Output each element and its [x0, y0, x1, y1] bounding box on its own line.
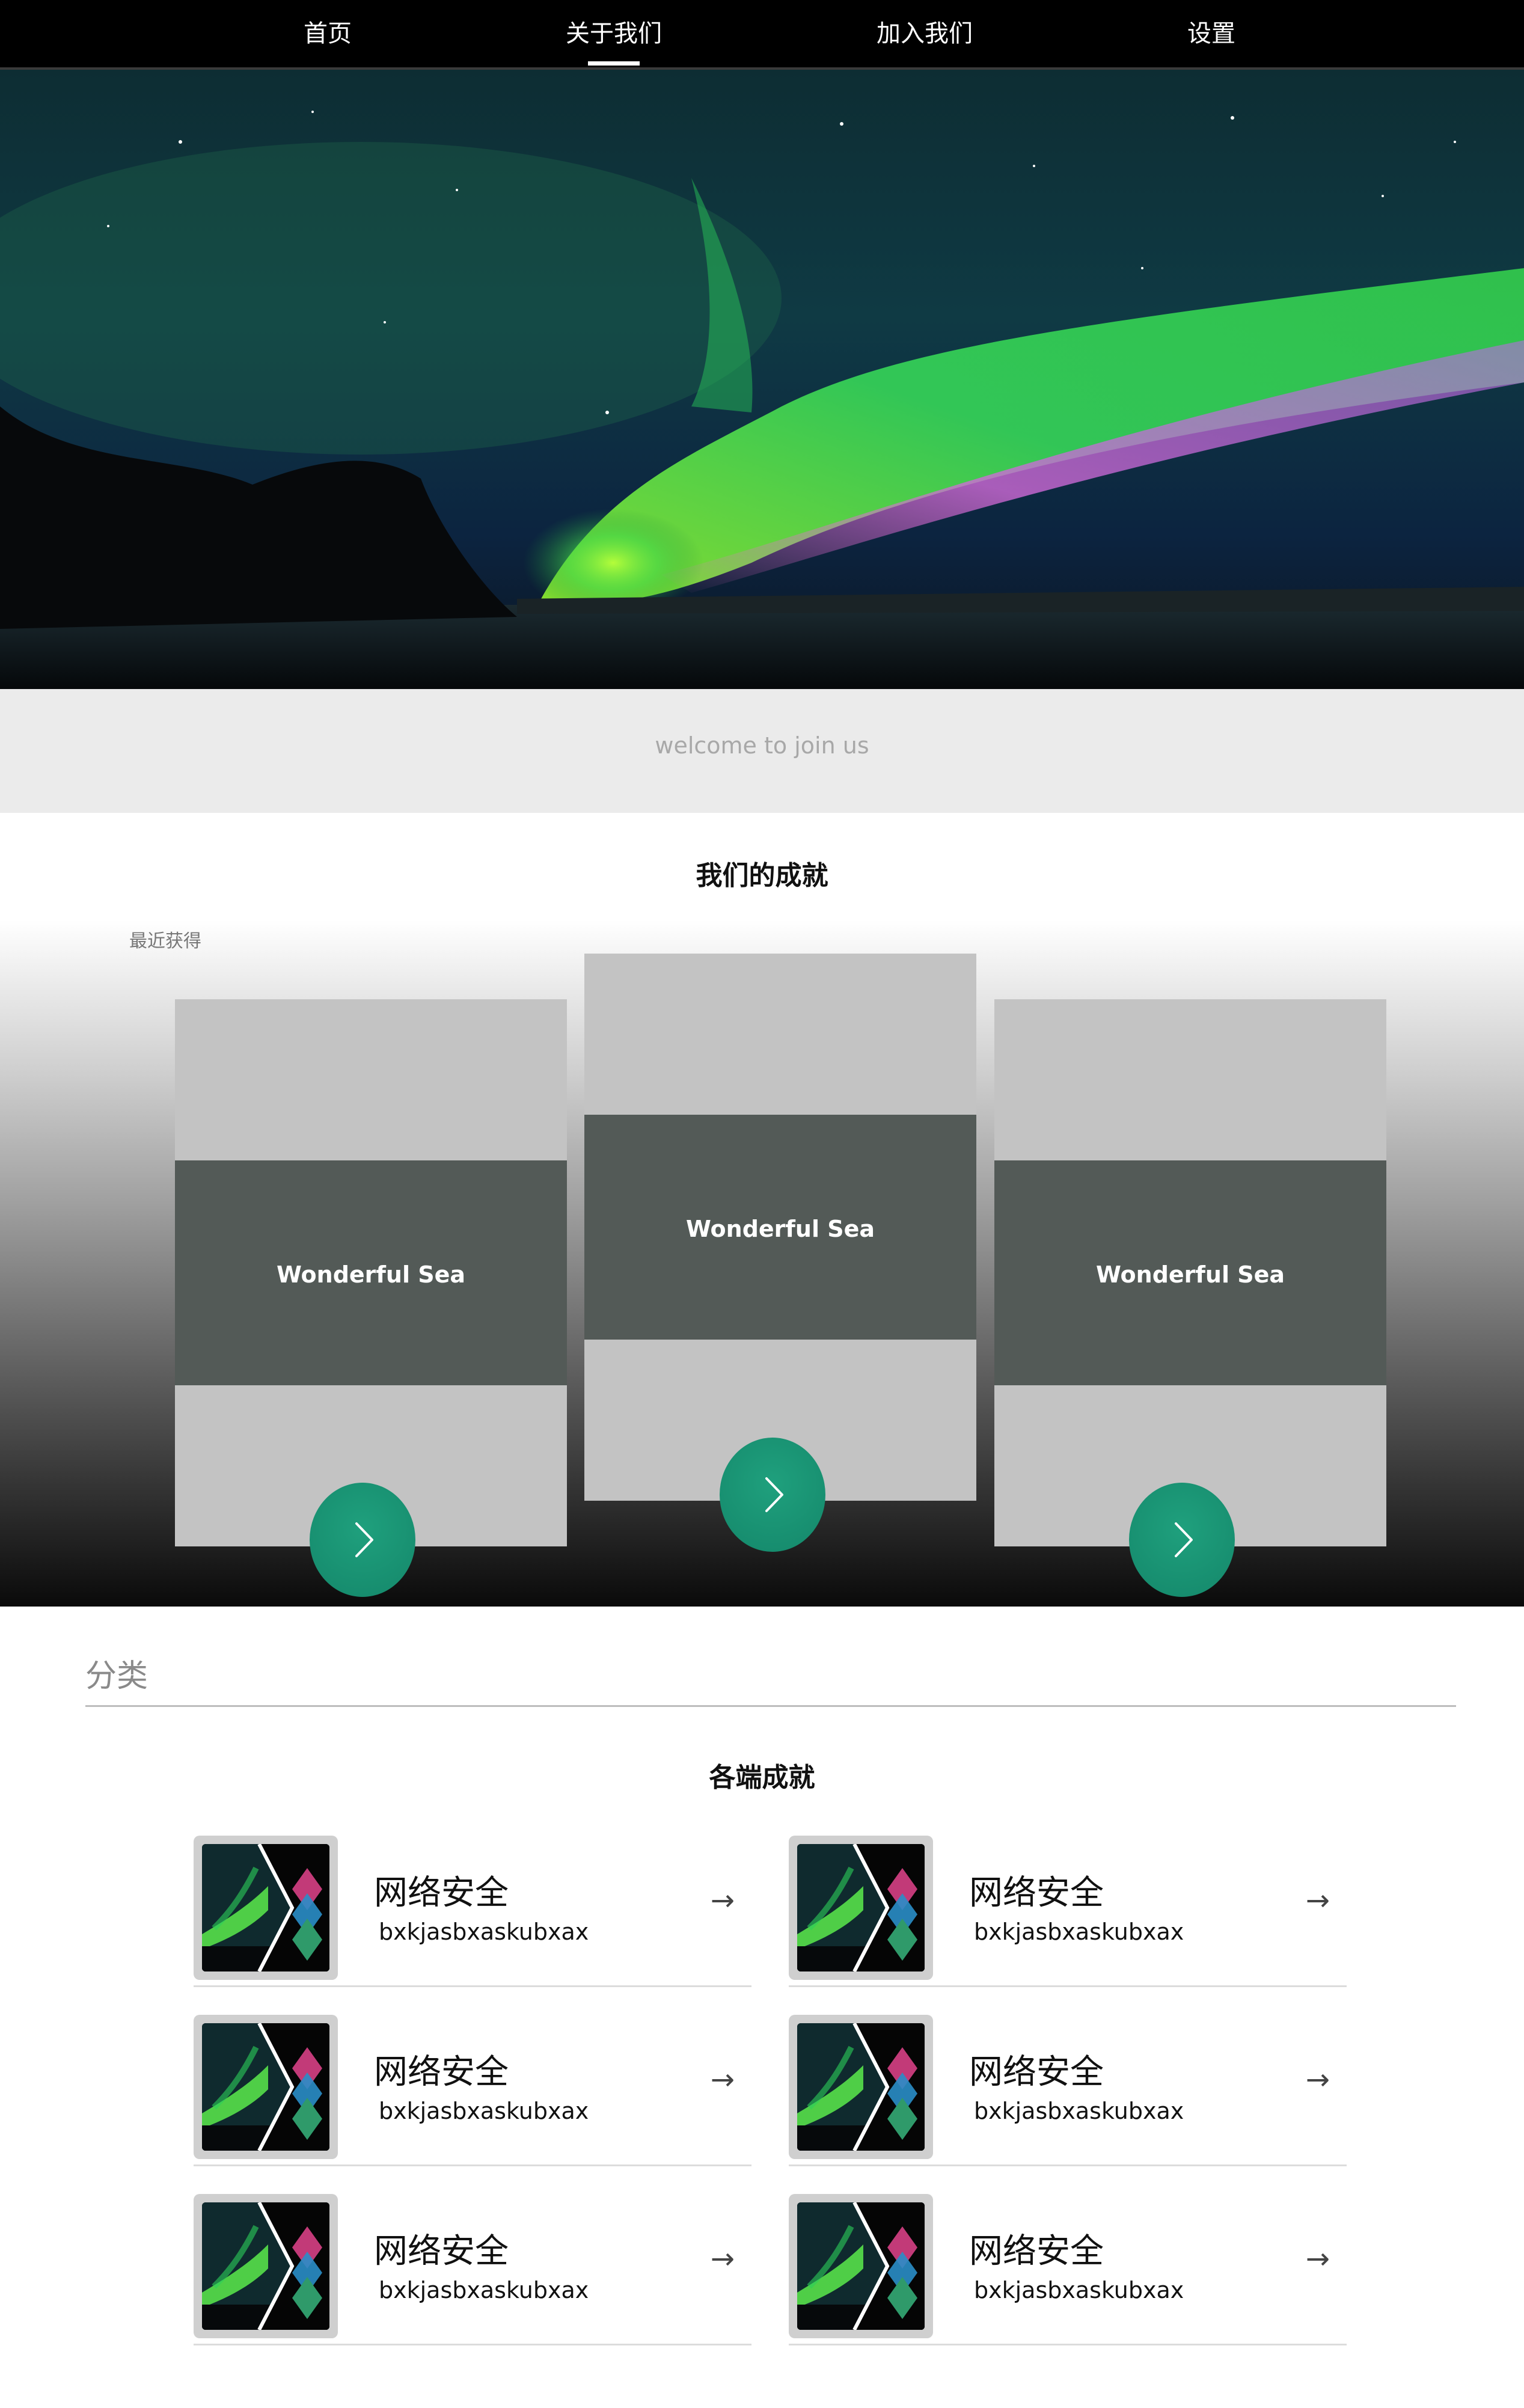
categories-heading: 分类 — [85, 1658, 148, 1694]
welcome-band: welcome to join us — [0, 689, 1524, 813]
thumbnail-image — [202, 1844, 329, 1971]
nav-item-home[interactable]: 首页 — [304, 16, 352, 52]
category-item-title: 网络安全 — [969, 2232, 1104, 2271]
top-nav: 首页 关于我们 加入我们 设置 — [0, 0, 1524, 70]
achievements-label: 最近获得 — [129, 931, 201, 952]
thumbnail-image — [202, 2023, 329, 2151]
category-list-item[interactable]: 网络安全 bxkjasbxaskubxax → — [194, 2015, 751, 2166]
card-next-button[interactable] — [720, 1438, 825, 1552]
card-next-button[interactable] — [310, 1483, 415, 1597]
category-item-title: 网络安全 — [969, 2053, 1104, 2092]
category-thumbnail — [194, 1836, 338, 1980]
card-next-button[interactable] — [1129, 1483, 1235, 1597]
card-title: Wonderful Sea — [1095, 1261, 1285, 1288]
thumbnail-image — [202, 2202, 329, 2330]
arrow-right-icon[interactable]: → — [711, 1884, 735, 1917]
card-title: Wonderful Sea — [276, 1261, 466, 1288]
categories-divider — [85, 1705, 1456, 1707]
category-item-subtitle: bxkjasbxaskubxax — [379, 2098, 589, 2124]
category-thumbnail — [789, 1836, 933, 1980]
thumbnail-image — [797, 1844, 925, 1971]
hero-banner — [0, 70, 1524, 689]
category-item-subtitle: bxkjasbxaskubxax — [379, 2277, 589, 2303]
nav-active-underline — [588, 61, 640, 66]
category-item-subtitle: bxkjasbxaskubxax — [974, 1919, 1184, 1945]
category-thumbnail — [194, 2015, 338, 2159]
aurora-image — [0, 70, 1524, 689]
arrow-right-icon[interactable]: → — [711, 2242, 735, 2276]
category-thumbnail — [194, 2194, 338, 2338]
achievement-card: Wonderful Sea — [584, 954, 976, 1501]
achievement-card: Wonderful Sea — [994, 999, 1386, 1546]
arrow-right-icon[interactable]: → — [1306, 2242, 1330, 2276]
card-band: Wonderful Sea — [175, 1160, 567, 1385]
category-thumbnail — [789, 2194, 933, 2338]
nav-item-about[interactable]: 关于我们 — [566, 16, 662, 66]
welcome-text: welcome to join us — [655, 732, 869, 759]
chevron-right-icon — [765, 1477, 783, 1512]
arrow-right-icon[interactable]: → — [1306, 2063, 1330, 2097]
nav-item-join[interactable]: 加入我们 — [877, 16, 973, 52]
category-item-title: 网络安全 — [374, 2053, 509, 2092]
achievements-title: 我们的成就 — [696, 860, 828, 891]
category-list-item[interactable]: 网络安全 bxkjasbxaskubxax → — [789, 2015, 1347, 2166]
card-band: Wonderful Sea — [994, 1160, 1386, 1385]
thumbnail-image — [797, 2023, 925, 2151]
category-list-item[interactable]: 网络安全 bxkjasbxaskubxax → — [194, 1836, 751, 1987]
chevron-right-icon — [355, 1522, 373, 1557]
category-item-title: 网络安全 — [374, 2232, 509, 2271]
card-band: Wonderful Sea — [584, 1115, 976, 1340]
category-item-subtitle: bxkjasbxaskubxax — [974, 2277, 1184, 2303]
card-title: Wonderful Sea — [685, 1216, 875, 1242]
chevron-right-icon — [1175, 1522, 1193, 1557]
categories-subtitle: 各端成就 — [709, 1762, 815, 1793]
category-item-title: 网络安全 — [969, 1873, 1104, 1913]
category-item-subtitle: bxkjasbxaskubxax — [974, 2098, 1184, 2124]
thumbnail-image — [797, 2202, 925, 2330]
category-list-item[interactable]: 网络安全 bxkjasbxaskubxax → — [789, 1836, 1347, 1987]
category-item-title: 网络安全 — [374, 1873, 509, 1913]
category-list-item[interactable]: 网络安全 bxkjasbxaskubxax → — [789, 2194, 1347, 2345]
achievement-card: Wonderful Sea — [175, 999, 567, 1546]
nav-item-settings[interactable]: 设置 — [1187, 16, 1235, 52]
arrow-right-icon[interactable]: → — [711, 2063, 735, 2097]
category-list-item[interactable]: 网络安全 bxkjasbxaskubxax → — [194, 2194, 751, 2345]
category-item-subtitle: bxkjasbxaskubxax — [379, 1919, 589, 1945]
arrow-right-icon[interactable]: → — [1306, 1884, 1330, 1917]
category-thumbnail — [789, 2015, 933, 2159]
